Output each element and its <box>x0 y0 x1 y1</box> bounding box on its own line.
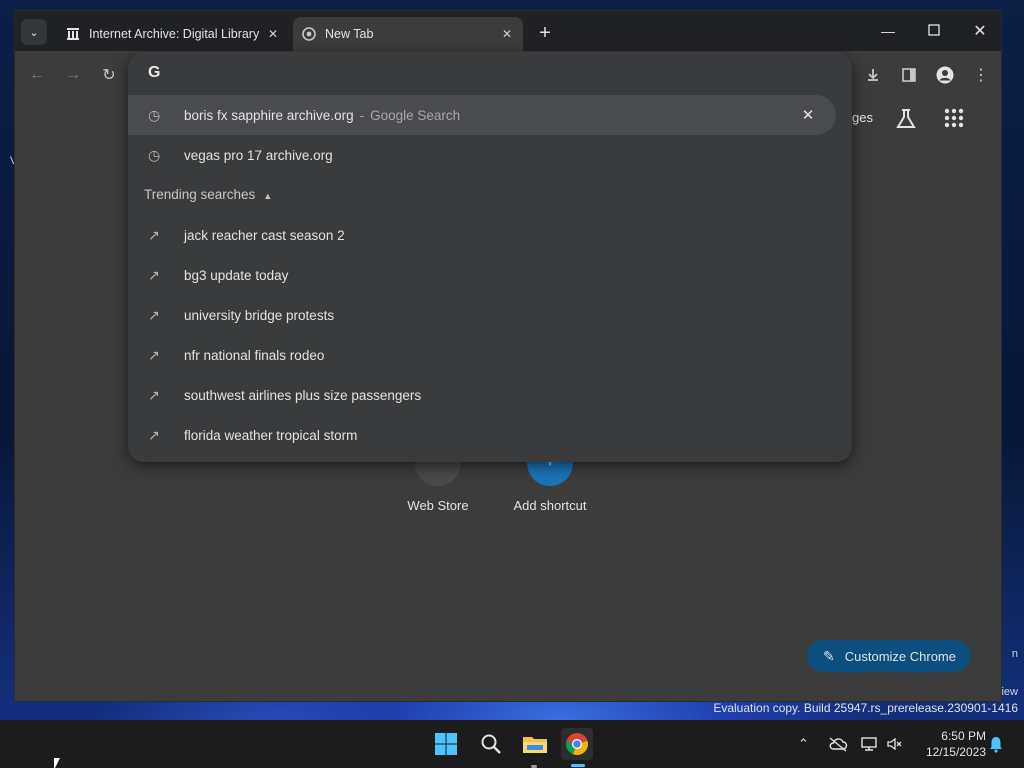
chrome-icon <box>566 733 588 756</box>
trending-text: nfr national finals rodeo <box>184 347 325 363</box>
download-icon <box>868 69 878 81</box>
customize-chrome-button[interactable]: ✎ Customize Chrome <box>807 640 971 672</box>
trending-item[interactable]: ↗ southwest airlines plus size passenger… <box>128 375 836 415</box>
trending-item[interactable]: ↗ florida weather tropical storm <box>128 415 836 455</box>
reload-icon: ↻ <box>102 67 116 84</box>
shortcut-label: Add shortcut <box>513 498 587 513</box>
tab-new-tab[interactable]: New Tab ✕ <box>293 17 523 51</box>
trending-text: southwest airlines plus size passengers <box>184 387 422 403</box>
system-clock[interactable]: 6:50 PM 12/15/2023 <box>916 728 986 760</box>
trending-item[interactable]: ↗ jack reacher cast season 2 <box>128 215 836 255</box>
archive-icon <box>65 26 81 42</box>
suggestion-separator: - <box>359 107 365 123</box>
trending-item[interactable]: ↗ university bridge protests <box>128 295 836 335</box>
more-vert-icon: ⋮ <box>973 67 989 84</box>
trending-up-icon: ↗ <box>148 306 160 323</box>
arrow-left-icon: ← <box>29 66 45 83</box>
side-panel-button[interactable] <box>897 63 921 87</box>
apps-grid-icon[interactable] <box>942 106 966 130</box>
desktop-text-fragment: n <box>1011 648 1018 660</box>
trending-searches-header[interactable]: Trending searches ▲ <box>144 187 272 202</box>
minimize-button[interactable]: — <box>873 19 903 43</box>
tab-title: New Tab <box>325 27 374 41</box>
folder-icon <box>523 737 547 753</box>
omnibox-dropdown: G ◷ boris fx sapphire archive.org - Goog… <box>128 52 852 462</box>
pencil-icon: ✎ <box>823 647 835 664</box>
close-icon[interactable]: ✕ <box>800 107 816 124</box>
profile-button[interactable] <box>933 63 957 87</box>
trending-up-icon: ↗ <box>148 226 160 243</box>
windows-icon <box>435 733 457 755</box>
cloud-off-icon <box>829 737 848 752</box>
minimize-icon: — <box>881 23 895 39</box>
trending-item[interactable]: ↗ nfr national finals rodeo <box>128 335 836 375</box>
profile-icon <box>936 66 954 84</box>
shortcut-label: Web Store <box>407 498 469 513</box>
chevron-up-icon: ⌃ <box>798 736 809 751</box>
file-explorer-button[interactable] <box>519 728 551 760</box>
clock-time: 6:50 PM <box>941 729 986 743</box>
reload-button[interactable]: ↻ <box>97 63 121 87</box>
plus-icon: + <box>539 21 551 44</box>
suggestion-subtext: Google Search <box>370 107 461 123</box>
suggestion-history[interactable]: ◷ vegas pro 17 archive.org <box>128 135 836 175</box>
tab-search-button[interactable]: ⌄ <box>21 19 47 45</box>
back-button[interactable]: ← <box>25 63 49 87</box>
trending-up-icon: ↗ <box>148 266 160 283</box>
trending-header-label: Trending searches <box>144 187 256 202</box>
history-icon: ◷ <box>148 146 161 163</box>
bell-icon <box>990 737 1002 753</box>
taskbar: ⌃ 6:50 PM 12/15/2023 <box>0 720 1024 768</box>
active-indicator <box>571 764 585 767</box>
trending-text: jack reacher cast season 2 <box>184 227 345 243</box>
tab-strip: ⌄ Internet Archive: Digital Library ✕ Ne… <box>15 11 1001 51</box>
close-window-button[interactable]: ✕ <box>965 19 995 43</box>
maximize-button[interactable] <box>919 19 949 43</box>
network-icon <box>861 737 877 751</box>
network-button[interactable] <box>860 734 878 754</box>
volume-muted-icon <box>887 737 902 751</box>
trending-up-icon: ↗ <box>148 386 160 403</box>
suggestion-text: boris fx sapphire archive.org <box>184 107 354 123</box>
history-icon: ◷ <box>148 106 161 123</box>
close-icon: ✕ <box>973 23 987 40</box>
chevron-down-icon: ⌄ <box>29 26 39 39</box>
customize-label: Customize Chrome <box>844 648 956 664</box>
forward-button[interactable]: → <box>61 63 85 87</box>
tab-title: Internet Archive: Digital Library <box>89 27 260 41</box>
maximize-icon <box>928 23 940 39</box>
trending-text: university bridge protests <box>184 307 335 323</box>
caret-up-icon: ▲ <box>263 191 273 201</box>
downloads-button[interactable] <box>861 63 885 87</box>
start-button[interactable] <box>430 728 462 760</box>
show-hidden-icons-button[interactable]: ⌃ <box>798 734 809 754</box>
evaluation-watermark: Evaluation copy. Build 25947.rs_prerelea… <box>713 701 1018 715</box>
arrow-right-icon: → <box>65 66 81 83</box>
notifications-button[interactable] <box>988 734 1004 754</box>
side-panel-icon <box>902 68 916 82</box>
google-icon: G <box>148 64 161 81</box>
tab-internet-archive[interactable]: Internet Archive: Digital Library ✕ <box>57 17 289 51</box>
new-tab-button[interactable]: + <box>533 21 557 45</box>
trending-up-icon: ↗ <box>148 426 160 443</box>
search-icon <box>481 734 501 754</box>
trending-text: florida weather tropical storm <box>184 427 358 443</box>
taskbar-search-button[interactable] <box>475 728 507 760</box>
suggestion-history[interactable]: ◷ boris fx sapphire archive.org - Google… <box>128 95 836 135</box>
suggestion-text: vegas pro 17 archive.org <box>184 147 333 163</box>
chrome-taskbar-button[interactable] <box>561 728 593 760</box>
desktop-text-fragment: iew <box>1001 686 1018 698</box>
volume-button[interactable] <box>886 734 904 754</box>
trending-item[interactable]: ↗ bg3 update today <box>128 255 836 295</box>
clock-date: 12/15/2023 <box>925 745 986 759</box>
trending-up-icon: ↗ <box>148 346 160 363</box>
labs-flask-icon[interactable] <box>893 106 919 132</box>
close-icon[interactable]: ✕ <box>499 26 515 42</box>
chrome-icon <box>301 26 317 42</box>
mouse-cursor <box>54 758 60 768</box>
close-icon[interactable]: ✕ <box>265 26 281 42</box>
trending-text: bg3 update today <box>184 267 289 283</box>
menu-button[interactable]: ⋮ <box>969 63 993 87</box>
onedrive-button[interactable] <box>828 734 848 754</box>
